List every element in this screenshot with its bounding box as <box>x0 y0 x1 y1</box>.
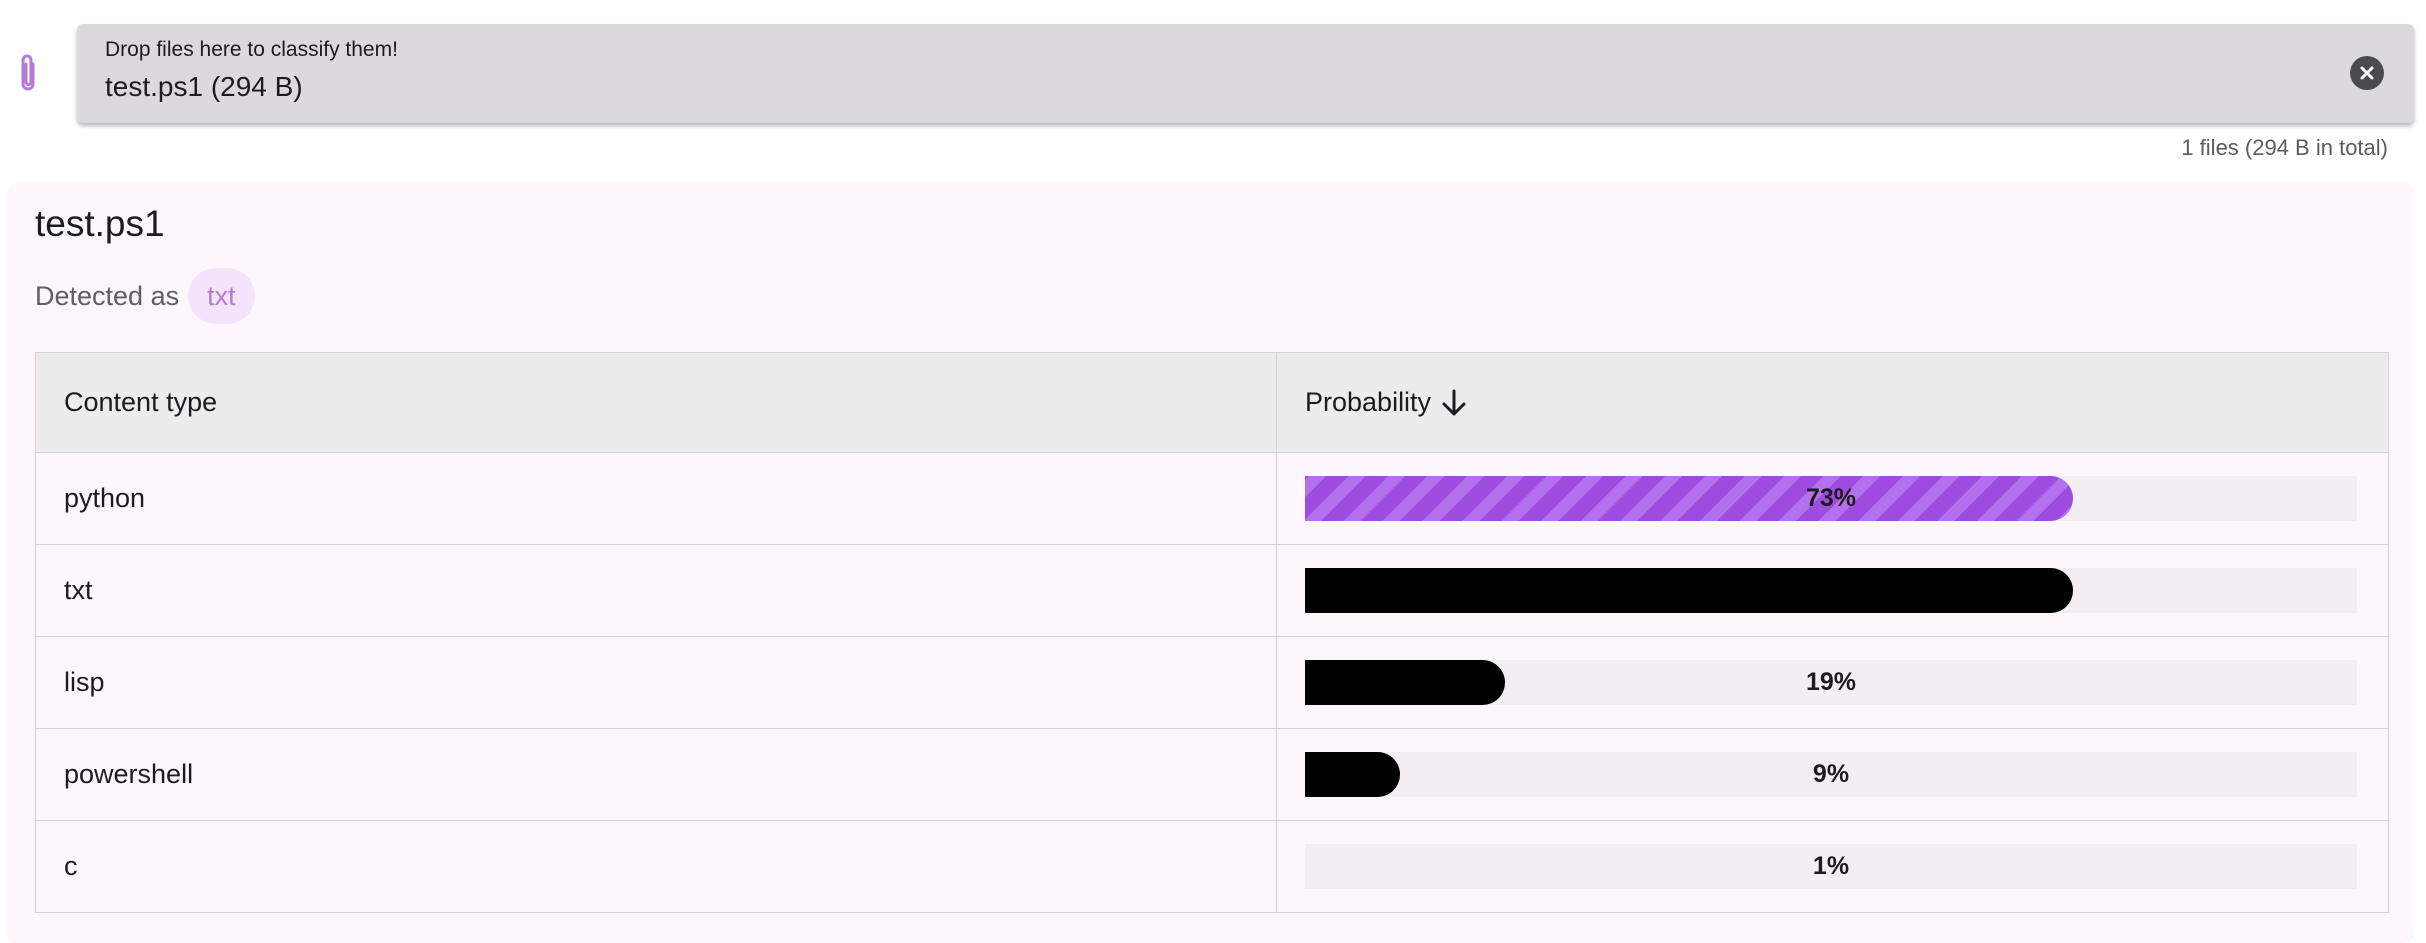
probability-bar: 19% <box>1305 660 2357 705</box>
selected-file: test.ps1 (294 B) <box>105 71 303 102</box>
table-row: c 1% <box>36 820 2388 912</box>
table-row: powershell 9% <box>36 728 2388 820</box>
content-type-label: python <box>64 483 146 513</box>
header-content-type-label: Content type <box>64 387 218 417</box>
detected-label: Detected as <box>35 280 180 311</box>
clear-files-button[interactable] <box>2350 56 2384 90</box>
files-summary: 1 files (294 B in total) <box>2181 135 2388 160</box>
probability-bar: 73% <box>1305 476 2357 521</box>
probability-cell: 19% <box>1277 637 2388 728</box>
file-drop-row: Drop files here to classify them! test.p… <box>0 0 2426 160</box>
content-type-cell: powershell <box>36 729 1277 820</box>
probability-label <box>1305 568 2357 613</box>
paperclip-icon[interactable] <box>14 52 42 96</box>
probability-table: Content type Probability python 73% txt … <box>35 352 2389 913</box>
probability-label: 9% <box>1812 760 1850 788</box>
probability-cell <box>1277 545 2388 636</box>
close-circle-icon <box>2360 66 2374 80</box>
content-type-cell: python <box>36 453 1277 544</box>
content-type-cell: txt <box>36 545 1277 636</box>
probability-label: 73% <box>1805 484 1857 512</box>
dropzone-hint: Drop files here to classify them! <box>105 38 398 61</box>
table-row: lisp 19% <box>36 636 2388 728</box>
result-filename: test.ps1 <box>35 203 165 244</box>
header-probability[interactable]: Probability <box>1277 353 2388 452</box>
content-type-label: powershell <box>64 759 194 789</box>
header-probability-label: Probability <box>1305 387 1432 417</box>
content-type-label: lisp <box>64 667 105 697</box>
table-header: Content type Probability <box>36 353 2388 452</box>
content-type-label: txt <box>64 575 93 605</box>
table-row: python 73% <box>36 452 2388 544</box>
content-type-cell: lisp <box>36 637 1277 728</box>
probability-bar: 9% <box>1305 752 2357 797</box>
probability-label: 1% <box>1812 852 1850 880</box>
probability-cell: 1% <box>1277 821 2388 912</box>
content-type-label: c <box>64 851 78 881</box>
content-type-cell: c <box>36 821 1277 912</box>
result-card: test.ps1 Detected as txt Content type Pr… <box>7 183 2414 943</box>
probability-cell: 9% <box>1277 729 2388 820</box>
probability-bar <box>1305 568 2357 613</box>
detection-row: Detected as txt <box>35 268 255 324</box>
probability-bar: 1% <box>1305 844 2357 889</box>
header-content-type[interactable]: Content type <box>36 353 1277 452</box>
arrow-down-icon[interactable] <box>1441 388 1467 418</box>
probability-cell: 73% <box>1277 453 2388 544</box>
table-row: txt <box>36 544 2388 636</box>
file-dropzone[interactable]: Drop files here to classify them! test.p… <box>77 24 2414 123</box>
detected-type-chip: txt <box>188 268 255 324</box>
probability-label: 19% <box>1805 668 1857 696</box>
